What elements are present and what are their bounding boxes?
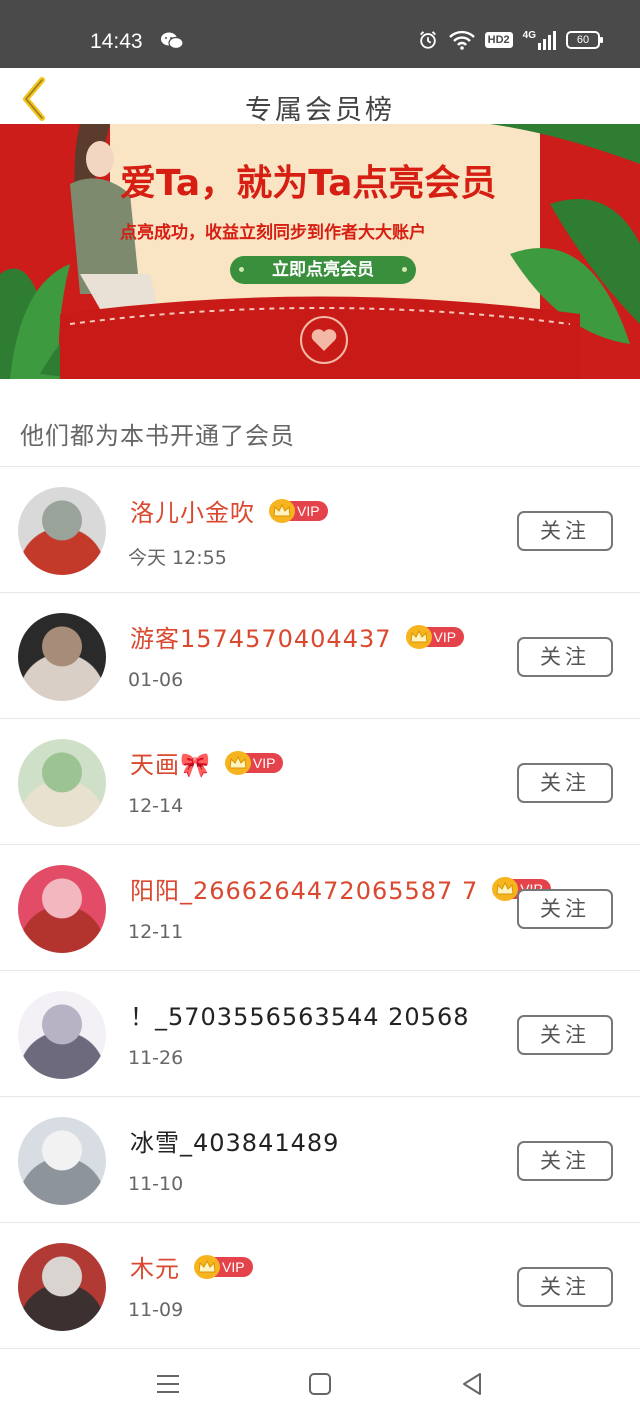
follow-button[interactable]: 关注 — [517, 1141, 613, 1181]
member-date: 11-09 — [128, 1299, 184, 1321]
system-nav-bar — [0, 1350, 640, 1422]
page-title: 专属会员榜 — [245, 95, 395, 126]
member-name-line: 阳阳_2666264472065587 7 VIP — [130, 871, 551, 906]
divider — [0, 1348, 640, 1349]
member-date: 11-26 — [128, 1047, 184, 1069]
vip-badge: VIP — [269, 498, 328, 523]
follow-button[interactable]: 关注 — [517, 637, 613, 677]
member-name[interactable]: ！_5703556563544 20568 — [130, 997, 469, 1032]
vip-badge: VIP — [405, 624, 465, 649]
network-label: 4G — [522, 29, 536, 41]
member-name-line: 木元 VIP — [130, 1249, 253, 1284]
avatar[interactable] — [18, 613, 106, 701]
member-name[interactable]: 游客1574570404437 — [130, 619, 392, 654]
member-date: 11-10 — [128, 1173, 184, 1195]
status-time: 14:43 — [90, 30, 143, 53]
member-name[interactable]: 洛儿小金吹 — [130, 493, 255, 528]
hd-icon: HD2 — [484, 32, 513, 48]
member-date: 12-14 — [128, 795, 184, 817]
heart-seal-icon — [300, 316, 348, 364]
vip-badge: VIP — [224, 750, 284, 775]
vip-badge: VIP — [194, 1254, 253, 1279]
follow-button[interactable]: 关注 — [517, 511, 613, 551]
avatar[interactable] — [18, 487, 106, 575]
member-date: 12-11 — [128, 921, 184, 943]
alarm-icon — [419, 31, 436, 49]
follow-button[interactable]: 关注 — [517, 889, 613, 929]
follow-button[interactable]: 关注 — [517, 1015, 613, 1055]
member-row[interactable]: 木元 VIP 11-09 关注 — [0, 1223, 640, 1349]
square-home-icon[interactable] — [306, 1370, 334, 1398]
member-name-line: 洛儿小金吹 VIP — [130, 493, 328, 528]
avatar[interactable] — [18, 1117, 106, 1205]
member-name-line: 冰雪_403841489 — [130, 1123, 339, 1158]
member-date: 01-06 — [128, 669, 184, 691]
member-name[interactable]: 阳阳_2666264472065587 7 — [130, 871, 478, 906]
member-row[interactable]: ！_5703556563544 20568 11-26 关注 — [0, 971, 640, 1097]
avatar[interactable] — [18, 1243, 106, 1331]
banner-subtitle: 点亮成功，收益立刻同步到作者大大账户 — [120, 223, 426, 243]
member-name-line: 游客1574570404437 VIP — [130, 619, 465, 654]
member-name-line: 天画🎀 VIP — [130, 745, 284, 780]
status-icons: HD2 4G 60 — [417, 29, 603, 50]
member-name[interactable]: 木元 — [130, 1249, 180, 1284]
follow-button[interactable]: 关注 — [517, 763, 613, 803]
member-name[interactable]: 冰雪_403841489 — [130, 1123, 339, 1158]
light-up-membership-button[interactable]: 立即点亮会员 — [230, 256, 416, 284]
app-header: 专属会员榜 — [0, 68, 640, 126]
crown-icon — [224, 750, 251, 775]
menu-icon[interactable] — [154, 1370, 182, 1398]
status-bar: 14:43 HD2 4G 60 — [0, 0, 640, 68]
member-list-heading: 他们都为本书开通了会员 — [20, 422, 295, 450]
member-row[interactable]: 天画🎀 VIP 12-14 关注 — [0, 719, 640, 845]
signal-4g-icon: 4G — [522, 29, 556, 50]
member-date: 今天 12:55 — [128, 547, 227, 569]
avatar[interactable] — [18, 865, 106, 953]
member-name-line: ！_5703556563544 20568 — [130, 997, 469, 1032]
crown-icon — [269, 498, 295, 523]
avatar[interactable] — [18, 991, 106, 1079]
crown-icon — [492, 876, 519, 901]
member-row[interactable]: 冰雪_403841489 11-10 关注 — [0, 1097, 640, 1223]
crown-icon — [405, 624, 432, 649]
battery-icon: 60 — [566, 31, 603, 49]
membership-banner[interactable]: 爱Ta，就为Ta点亮会员 点亮成功，收益立刻同步到作者大大账户 立即点亮会员 — [0, 124, 640, 379]
member-row[interactable]: 游客1574570404437 VIP 01-06 关注 — [0, 593, 640, 719]
member-row[interactable]: 洛儿小金吹 VIP 今天 12:55 关注 — [0, 467, 640, 593]
member-row[interactable]: 阳阳_2666264472065587 7 VIP 12-11 关注 — [0, 845, 640, 971]
crown-icon — [194, 1254, 220, 1279]
follow-button[interactable]: 关注 — [517, 1267, 613, 1307]
wechat-icon — [161, 32, 184, 50]
wifi-icon — [448, 30, 475, 50]
member-name[interactable]: 天画🎀 — [130, 745, 211, 780]
banner-title: 爱Ta，就为Ta点亮会员 — [120, 163, 497, 204]
avatar[interactable] — [18, 739, 106, 827]
triangle-back-icon[interactable] — [458, 1370, 486, 1398]
